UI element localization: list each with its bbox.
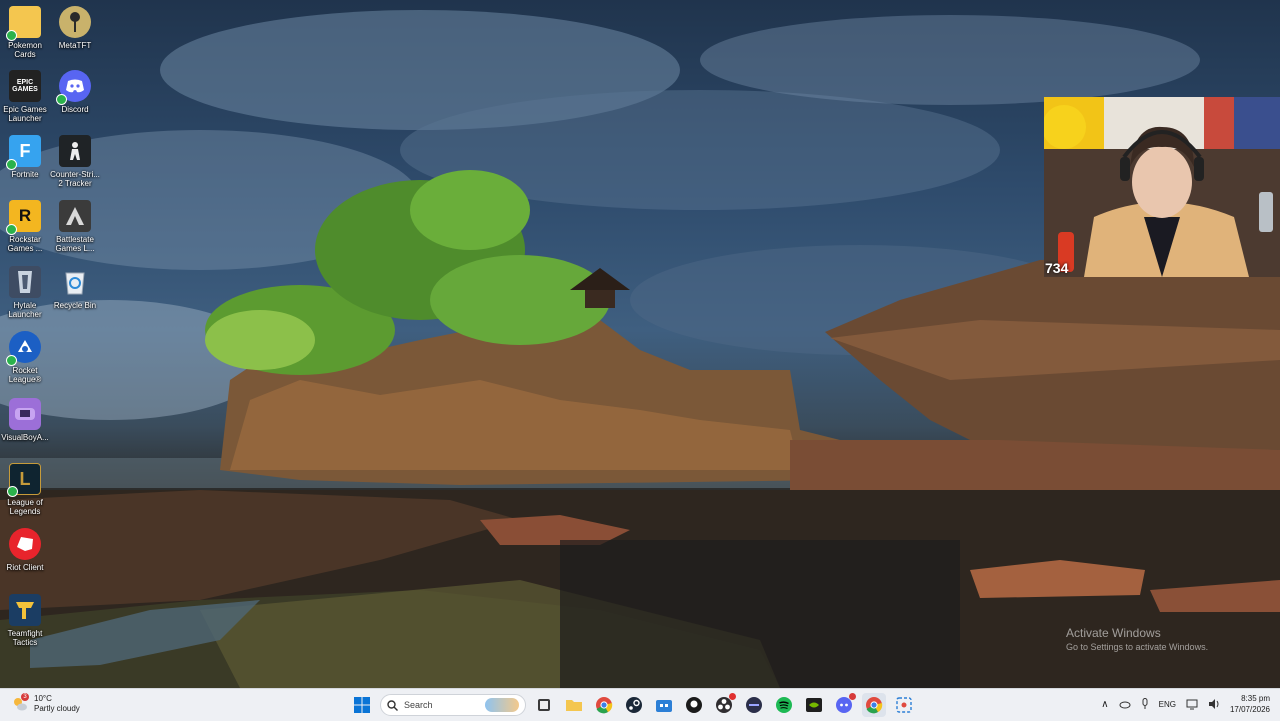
desktop-icon-epic-games[interactable]: EPIC GAMES Epic Games Launcher <box>0 70 50 123</box>
rocket-league-icon <box>6 331 41 366</box>
search-icon <box>387 699 398 711</box>
store-button[interactable] <box>652 693 676 717</box>
weather-widget[interactable]: 3 10°C Partly cloudy <box>12 693 80 714</box>
app-button[interactable] <box>742 693 766 717</box>
activate-windows-watermark: Activate Windows Go to Settings to activ… <box>1066 626 1208 652</box>
search-highlight-icon <box>485 698 519 712</box>
discord-icon <box>56 70 91 105</box>
desktop-icon-hytale[interactable]: Hytale Launcher <box>0 266 50 319</box>
nvidia-button[interactable] <box>802 693 826 717</box>
clock-date: 17/07/2026 <box>1229 705 1270 714</box>
weather-alert-badge: 3 <box>21 693 29 701</box>
github-icon <box>686 697 702 713</box>
snipping-tool-icon <box>896 697 912 713</box>
discord-taskbar-button[interactable] <box>832 693 856 717</box>
desktop-icon-fortnite[interactable]: F Fortnite <box>0 135 50 179</box>
cloud-sync-icon[interactable] <box>1119 698 1131 710</box>
steam-icon <box>626 697 642 713</box>
desktop-icon-discord[interactable]: Discord <box>50 70 100 114</box>
desktop-icon-metatft[interactable]: MetaTFT <box>50 6 100 50</box>
windows-icon <box>354 697 370 713</box>
spotify-icon <box>776 697 792 713</box>
steam-button[interactable] <box>622 693 646 717</box>
chrome-icon-2 <box>866 697 883 714</box>
watermark-subtitle: Go to Settings to activate Windows. <box>1066 642 1209 652</box>
hytale-icon <box>9 266 41 298</box>
visualboy-icon <box>9 398 41 430</box>
teamfight-tactics-icon <box>9 594 41 626</box>
system-tray: ∧ ENG 8:35 pm 17/07/2026 <box>1101 693 1270 715</box>
weather-condition: Partly cloudy <box>34 704 80 713</box>
snipping-tool-button[interactable] <box>892 693 916 717</box>
app-icon <box>746 697 762 713</box>
desktop-icon-recycle-bin[interactable]: Recycle Bin <box>50 266 100 310</box>
clock-time: 8:35 pm <box>1241 694 1270 703</box>
chrome-button[interactable] <box>592 693 616 717</box>
epic-games-icon: EPIC GAMES <box>9 70 41 102</box>
taskbar-search[interactable]: Search <box>380 694 526 716</box>
metatft-icon <box>59 6 91 38</box>
riot-client-icon <box>9 528 41 560</box>
taskbar: 3 10°C Partly cloudy Search ∧ ENG 8:35 p… <box>0 688 1280 721</box>
search-placeholder: Search <box>404 700 433 710</box>
desktop-icon-battlestate[interactable]: Battlestate Games L... <box>50 200 100 253</box>
chrome-icon <box>596 697 613 714</box>
weather-temp: 10°C <box>34 694 52 703</box>
webcam-feed <box>1044 97 1280 277</box>
league-of-legends-icon: L <box>7 463 41 497</box>
desktop-icon-rockstar[interactable]: R Rockstar Games ... <box>0 200 50 253</box>
viewer-counter: 734 <box>1045 260 1069 276</box>
desktop-icon-cs2-tracker[interactable]: Counter-Stri... 2 Tracker <box>50 135 100 188</box>
desktop-icon-league-of-legends[interactable]: L League of Legends <box>0 463 50 516</box>
clock[interactable]: 8:35 pm 17/07/2026 <box>1230 693 1270 715</box>
obs-button[interactable] <box>712 693 736 717</box>
webcam-overlay: 734 <box>1044 97 1280 277</box>
github-button[interactable] <box>682 693 706 717</box>
network-icon[interactable] <box>1186 698 1198 710</box>
file-explorer-button[interactable] <box>562 693 586 717</box>
nvidia-icon <box>806 698 822 712</box>
task-view-icon <box>538 699 550 711</box>
start-button[interactable] <box>350 693 374 717</box>
desktop-icon-pokemon-cards[interactable]: Pokemon Cards <box>0 6 50 59</box>
cs2-tracker-icon <box>59 135 91 167</box>
microphone-icon[interactable] <box>1141 698 1149 710</box>
battlestate-icon <box>59 200 91 232</box>
desktop-icon-riot-client[interactable]: Riot Client <box>0 528 50 572</box>
chrome-active-button[interactable] <box>862 693 886 717</box>
folder-icon <box>6 6 41 41</box>
desktop-icon-rocket-league[interactable]: Rocket League® <box>0 331 50 384</box>
taskbar-apps: Search <box>350 693 916 717</box>
spotify-button[interactable] <box>772 693 796 717</box>
desktop-icon-visualboy[interactable]: VisualBoyA... <box>0 398 50 442</box>
watermark-title: Activate Windows <box>1066 626 1161 640</box>
fortnite-icon: F <box>6 135 41 170</box>
recycle-bin-icon <box>59 266 91 298</box>
language-indicator[interactable]: ENG <box>1159 700 1176 709</box>
file-explorer-icon <box>566 700 582 711</box>
chevron-up-icon[interactable]: ∧ <box>1101 699 1108 710</box>
partly-cloudy-icon: 3 <box>12 693 29 712</box>
volume-icon[interactable] <box>1208 698 1220 710</box>
rockstar-icon: R <box>6 200 41 235</box>
store-icon <box>656 700 672 712</box>
task-view-button[interactable] <box>532 693 556 717</box>
desktop-icon-teamfight-tactics[interactable]: Teamfight Tactics <box>0 594 50 647</box>
